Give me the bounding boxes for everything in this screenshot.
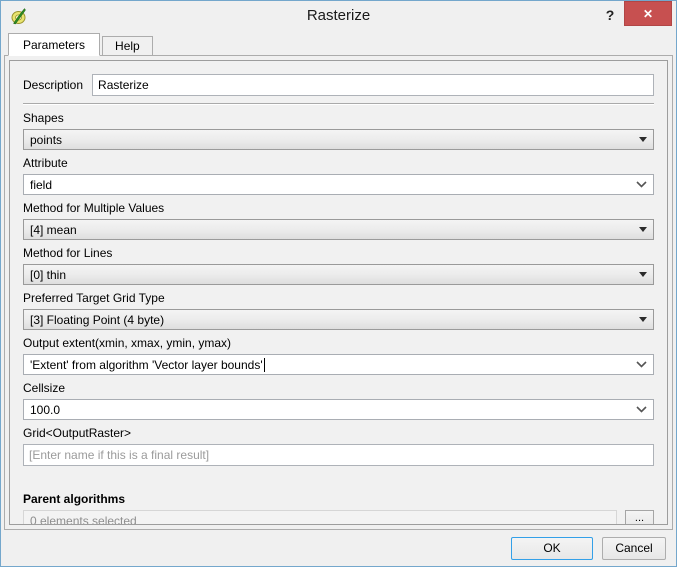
- tab-parameters[interactable]: Parameters: [8, 33, 100, 56]
- grid-type-value: [3] Floating Point (4 byte): [30, 313, 633, 327]
- multiple-values-label: Method for Multiple Values: [23, 201, 654, 215]
- lines-value: [0] thin: [30, 268, 633, 282]
- text-caret: [264, 358, 265, 372]
- lines-label: Method for Lines: [23, 246, 654, 260]
- multiple-values-dropdown[interactable]: [4] mean: [23, 219, 654, 240]
- shapes-dropdown[interactable]: points: [23, 129, 654, 150]
- spacer: [23, 466, 654, 486]
- lines-dropdown[interactable]: [0] thin: [23, 264, 654, 285]
- dialog-button-row: OK Cancel: [1, 530, 676, 566]
- close-button[interactable]: ✕: [624, 1, 672, 26]
- extent-combobox[interactable]: 'Extent' from algorithm 'Vector layer bo…: [23, 354, 654, 375]
- multiple-values-value: [4] mean: [30, 223, 633, 237]
- dropdown-arrow-icon: [639, 227, 647, 232]
- cancel-button[interactable]: Cancel: [602, 537, 666, 560]
- parent-algorithms-row: 0 elements selected ...: [23, 510, 654, 525]
- tab-bar: Parameters Help: [8, 33, 155, 56]
- cellsize-combobox[interactable]: 100.0: [23, 399, 654, 420]
- chevron-down-icon[interactable]: [636, 361, 647, 368]
- attribute-value: field: [30, 178, 52, 192]
- title-bar[interactable]: Rasterize ? ✕: [1, 1, 676, 31]
- tab-help[interactable]: Help: [102, 36, 153, 56]
- dropdown-arrow-icon: [639, 272, 647, 277]
- grid-output-label: Grid<OutputRaster>: [23, 426, 654, 440]
- ok-button[interactable]: OK: [511, 537, 593, 560]
- chevron-down-icon[interactable]: [636, 181, 647, 188]
- parent-algorithms-field: 0 elements selected: [23, 510, 617, 525]
- attribute-combobox[interactable]: field: [23, 174, 654, 195]
- parent-algorithms-label: Parent algorithms: [23, 492, 654, 506]
- grid-type-dropdown[interactable]: [3] Floating Point (4 byte): [23, 309, 654, 330]
- description-label: Description: [23, 78, 83, 92]
- parameters-scroll-area: Description Shapes points Attribute fiel…: [9, 60, 668, 525]
- separator-line: [23, 103, 654, 105]
- dropdown-arrow-icon: [639, 137, 647, 142]
- parameters-tab-page: Description Shapes points Attribute fiel…: [4, 55, 673, 530]
- description-row: Description: [23, 74, 654, 96]
- dropdown-arrow-icon: [639, 317, 647, 322]
- cellsize-label: Cellsize: [23, 381, 654, 395]
- extent-label: Output extent(xmin, xmax, ymin, ymax): [23, 336, 654, 350]
- shapes-value: points: [30, 133, 633, 147]
- rasterize-dialog: Rasterize ? ✕ Parameters Help Descriptio…: [0, 0, 677, 567]
- description-input[interactable]: [92, 74, 654, 96]
- help-button[interactable]: ?: [599, 3, 621, 27]
- attribute-label: Attribute: [23, 156, 654, 170]
- grid-type-label: Preferred Target Grid Type: [23, 291, 654, 305]
- parameters-form: Description Shapes points Attribute fiel…: [10, 61, 667, 525]
- window-title: Rasterize: [1, 7, 676, 24]
- grid-output-input[interactable]: [23, 444, 654, 466]
- cellsize-value: 100.0: [30, 403, 60, 417]
- shapes-label: Shapes: [23, 111, 654, 125]
- browse-button[interactable]: ...: [625, 510, 654, 525]
- extent-value: 'Extent' from algorithm 'Vector layer bo…: [30, 358, 263, 372]
- chevron-down-icon[interactable]: [636, 406, 647, 413]
